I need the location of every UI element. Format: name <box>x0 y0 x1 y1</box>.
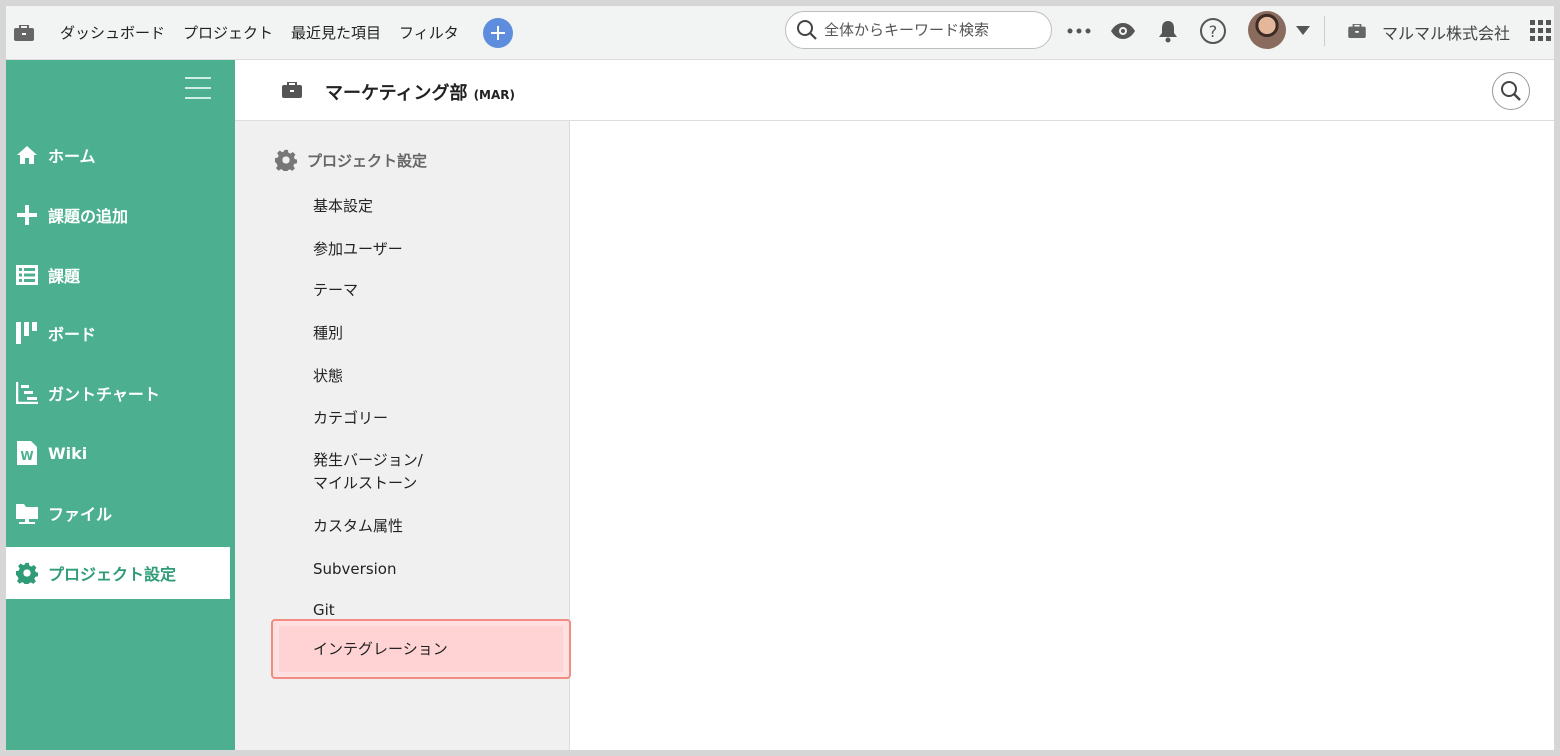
sidebar-item-board[interactable]: ボード <box>6 307 230 359</box>
plus-icon <box>490 25 505 40</box>
gantt-icon <box>6 382 48 404</box>
settings-menu: プロジェクト設定 基本設定 参加ユーザー テーマ 種別 状態 カテゴリー 発生バ… <box>235 121 571 750</box>
project-name: マーケティング部 <box>325 83 468 104</box>
briefcase-icon[interactable] <box>6 24 42 41</box>
search-icon <box>797 20 817 40</box>
company-briefcase-icon <box>1342 16 1372 46</box>
settings-item-basic[interactable]: 基本設定 <box>313 195 373 218</box>
nav-filter[interactable]: フィルタ <box>399 22 459 43</box>
settings-heading-label: プロジェクト設定 <box>307 151 428 170</box>
settings-item-integration-label: インテグレーション <box>279 626 563 672</box>
help-icon[interactable]: ? <box>1198 16 1228 46</box>
settings-item-theme[interactable]: テーマ <box>313 279 358 302</box>
menu-icon[interactable] <box>184 76 212 104</box>
page-title[interactable]: マーケティング部 (MAR) <box>325 79 515 105</box>
global-header: ダッシュボード プロジェクト 最近見た項目 フィルタ ? マ <box>6 6 1554 60</box>
home-icon <box>6 145 48 165</box>
project-search-button[interactable] <box>1492 72 1530 110</box>
wiki-icon: W <box>6 441 48 465</box>
plus-icon <box>6 204 48 226</box>
sidebar-item-label: ガントチャート <box>48 385 160 404</box>
app-window: ダッシュボード プロジェクト 最近見た項目 フィルタ ? マ <box>6 6 1554 750</box>
nav-recent[interactable]: 最近見た項目 <box>291 22 381 43</box>
sidebar-item-label: 課題の追加 <box>48 207 129 226</box>
apps-grid-icon[interactable] <box>1526 16 1554 46</box>
header-divider <box>1324 16 1325 46</box>
settings-item-categories[interactable]: カテゴリー <box>313 407 388 430</box>
sidebar-item-wiki[interactable]: W Wiki <box>6 427 230 479</box>
more-icon[interactable] <box>1064 16 1094 46</box>
gear-icon <box>275 149 297 171</box>
sidebar-item-gantt[interactable]: ガントチャート <box>6 367 230 419</box>
board-icon <box>6 322 48 344</box>
project-key: (MAR) <box>473 88 515 102</box>
sidebar-item-issues[interactable]: 課題 <box>6 249 230 301</box>
nav-projects[interactable]: プロジェクト <box>183 22 273 43</box>
sidebar-item-label: ボード <box>48 325 97 344</box>
bell-icon[interactable] <box>1153 16 1183 46</box>
sidebar-item-files[interactable]: ファイル <box>6 487 230 539</box>
settings-item-integration[interactable]: インテグレーション <box>271 619 571 679</box>
global-search[interactable] <box>785 11 1052 49</box>
global-search-input[interactable] <box>824 21 1024 39</box>
sidebar-item-project-settings[interactable]: プロジェクト設定 <box>6 547 230 599</box>
sidebar-item-add-issue[interactable]: 課題の追加 <box>6 189 230 241</box>
svg-text:W: W <box>20 449 33 463</box>
nav-dashboard[interactable]: ダッシュボード <box>60 22 165 43</box>
settings-item-custom-fields[interactable]: カスタム属性 <box>313 515 403 538</box>
settings-item-statuses[interactable]: 状態 <box>313 365 343 388</box>
settings-item-versions[interactable]: 発生バージョン/ マイルストーン <box>313 449 423 495</box>
avatar[interactable] <box>1248 11 1286 49</box>
company-name[interactable]: マルマル株式会社 <box>1382 20 1510 44</box>
settings-item-versions-line1: 発生バージョン/ <box>313 451 423 469</box>
settings-heading: プロジェクト設定 <box>275 149 427 171</box>
list-icon <box>6 265 48 285</box>
sidebar-item-label: プロジェクト設定 <box>48 565 177 584</box>
settings-item-subversion[interactable]: Subversion <box>313 558 397 581</box>
settings-item-issue-types[interactable]: 種別 <box>313 322 343 345</box>
project-header: マーケティング部 (MAR) <box>235 60 1554 121</box>
sidebar: ホーム 課題の追加 課題 ボード ガントチャート W Wiki ファイル プロジ <box>6 60 235 750</box>
chevron-down-icon[interactable] <box>1288 16 1318 46</box>
folder-icon <box>6 502 48 524</box>
sidebar-item-label: Wiki <box>48 443 88 463</box>
settings-item-members[interactable]: 参加ユーザー <box>313 238 403 261</box>
search-icon <box>1501 81 1521 101</box>
sidebar-item-label: ファイル <box>48 505 113 524</box>
add-button[interactable] <box>482 17 513 48</box>
settings-item-versions-line2: マイルストーン <box>313 474 418 492</box>
sidebar-item-label: 課題 <box>48 267 81 286</box>
project-briefcase-icon <box>282 81 302 102</box>
svg-text:?: ? <box>1209 22 1218 41</box>
sidebar-item-home[interactable]: ホーム <box>6 129 230 181</box>
gear-icon <box>6 562 48 584</box>
eye-icon[interactable] <box>1108 16 1138 46</box>
sidebar-item-label: ホーム <box>48 147 96 166</box>
